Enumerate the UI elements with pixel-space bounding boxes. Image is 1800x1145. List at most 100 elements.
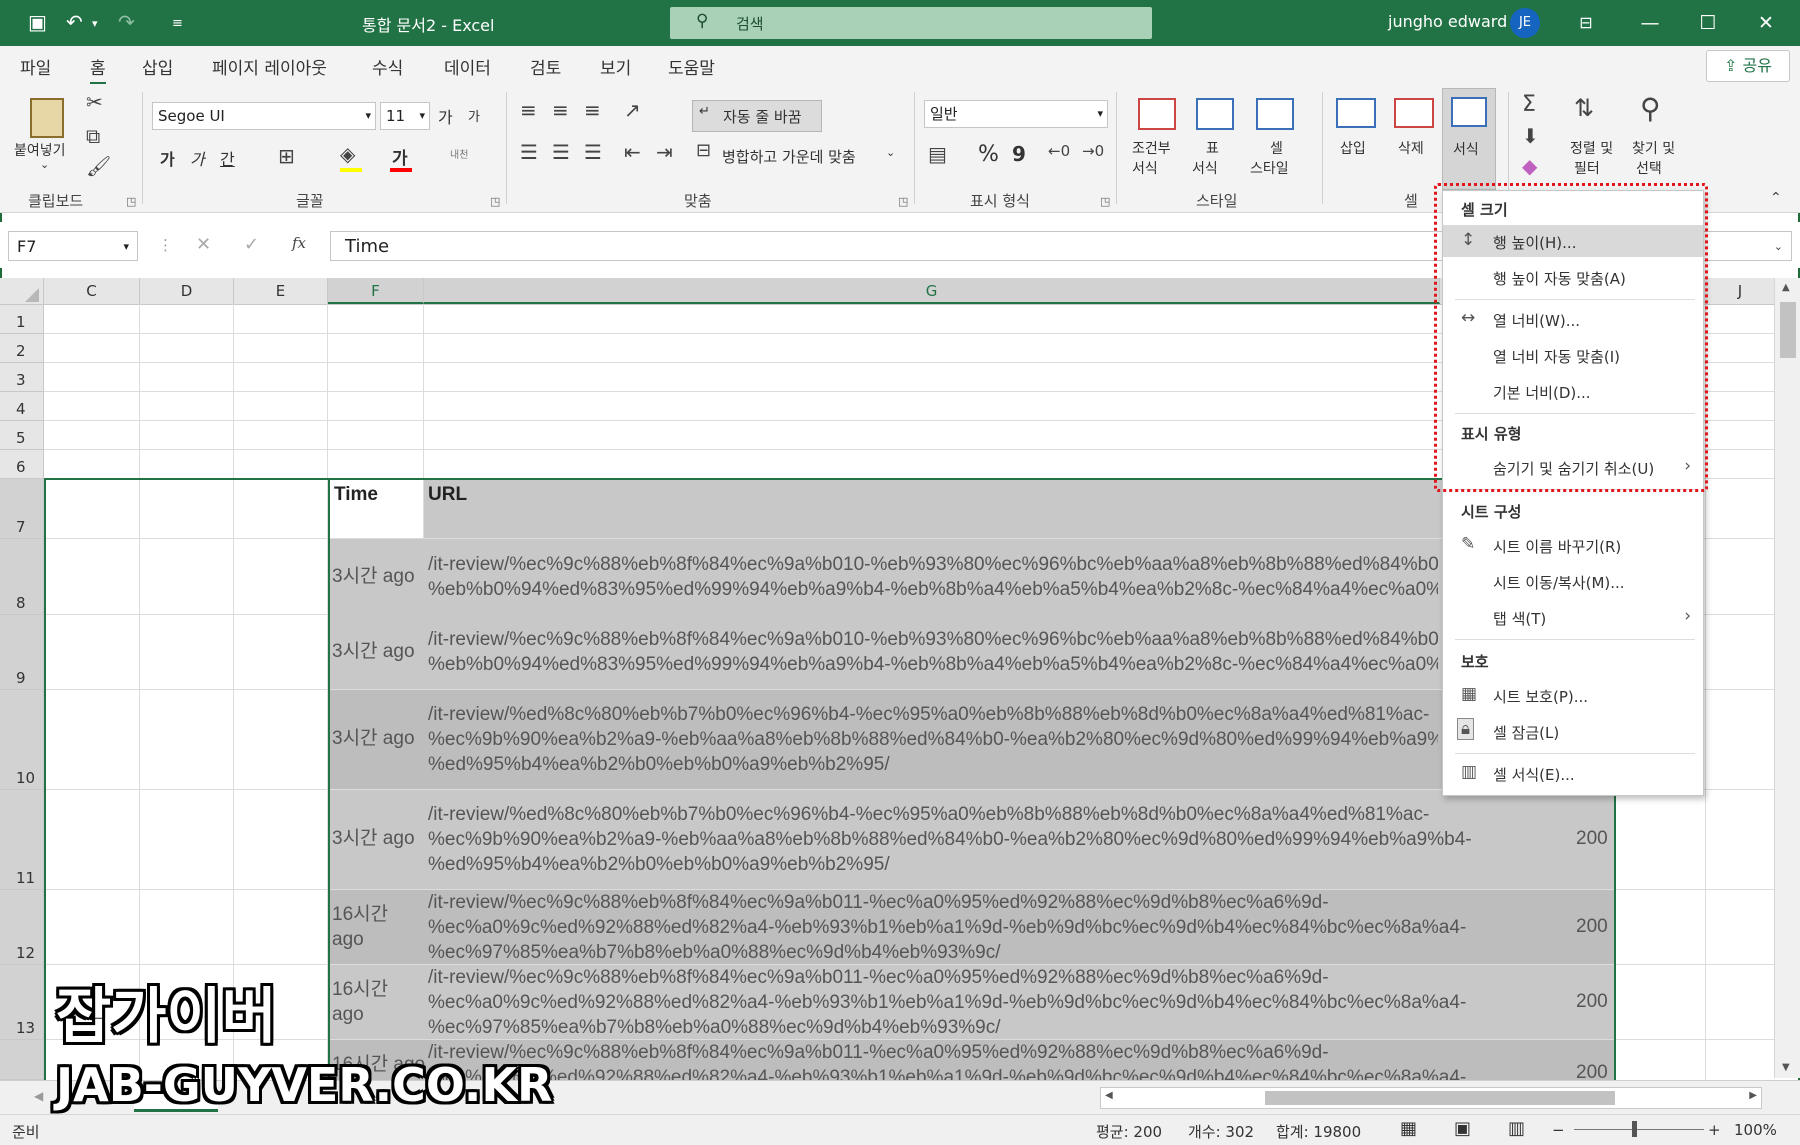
cell-styles-label-2[interactable]: 스타일 [1250,158,1289,178]
zoom-out-icon[interactable]: − [1552,1121,1565,1139]
number-format-select[interactable]: 일반 ▾ [924,100,1108,128]
cell-url[interactable]: /it-review/%ed%8c%80%eb%b7%b0%ec%96%b4-%… [428,802,1478,877]
menu-item-protect-sheet[interactable]: ▦ 시트 보호(P)... [1443,679,1703,711]
enter-icon[interactable]: ✓ [244,234,259,255]
cell-styles-label-1[interactable]: 셀 [1270,138,1283,158]
align-right-icon[interactable]: ☰ [584,140,602,164]
zoom-slider-thumb[interactable] [1632,1121,1637,1137]
chevron-down-icon[interactable]: ⌄ [886,146,895,159]
cell-url[interactable]: /it-review/%ed%8c%80%eb%b7%b0%ec%96%b4-%… [428,702,1438,777]
insert-function-button[interactable]: fx [292,234,306,252]
row-header-2[interactable]: 2 [0,334,44,363]
scroll-thumb-horizontal[interactable] [1265,1091,1615,1105]
menu-item-lock-cell[interactable]: 🔒︎ 셀 잠금(L) [1443,715,1703,747]
font-name-select[interactable]: Segoe UI ▾ [152,102,376,130]
cell-time[interactable]: 3시간 ago [332,826,415,851]
sort-filter-label-2[interactable]: 필터 [1574,158,1600,178]
scroll-left-icon[interactable]: ◀ [1105,1090,1113,1101]
scroll-up-icon[interactable]: ▲ [1782,282,1790,293]
bold-button[interactable]: 가 [160,146,175,170]
tab-formulas[interactable]: 수식 [372,54,403,79]
column-header-j[interactable]: J [1706,278,1774,304]
conditional-format-label-1[interactable]: 조건부 [1132,138,1171,158]
align-middle-icon[interactable]: ≡ [552,98,569,122]
increase-indent-icon[interactable]: ⇥ [656,140,673,164]
collapse-ribbon-icon[interactable]: ⌃ [1770,190,1782,206]
row-header-3[interactable]: 3 [0,363,44,392]
row-header-6[interactable]: 6 [0,450,44,479]
row-header-14[interactable] [0,1040,44,1080]
tab-insert[interactable]: 삽입 [142,54,173,79]
align-bottom-icon[interactable]: ≡ [584,98,601,122]
percent-button[interactable]: % [978,142,999,167]
row-header-4[interactable]: 4 [0,392,44,421]
cell-time[interactable]: 16시간 ago [332,902,402,952]
cell-time[interactable]: 16시간 ago [332,977,402,1027]
scroll-right-icon[interactable]: ▶ [1749,1090,1757,1101]
cell-f7-header[interactable]: Time [334,482,378,507]
normal-view-icon[interactable]: ▦ [1400,1118,1417,1139]
row-header-1[interactable]: 1 [0,305,44,334]
menu-item-format-cells[interactable]: ▥ 셀 서식(E)... [1443,757,1703,789]
orientation-icon[interactable]: ↗ [624,98,641,122]
format-table-label-2[interactable]: 서식 [1192,158,1218,178]
cell-url[interactable]: /it-review/%ec%9c%88%eb%8f%84%ec%9a%b010… [428,627,1438,677]
column-header-g[interactable]: G [424,278,1440,304]
tab-view[interactable]: 보기 [600,54,631,79]
row-header-11[interactable]: 11 [0,790,44,890]
page-layout-view-icon[interactable]: ▣ [1454,1118,1471,1139]
conditional-format-icon[interactable] [1138,98,1176,130]
cell-g7-header[interactable]: URL [428,482,467,507]
cut-icon[interactable]: ✂ [86,90,103,114]
avatar[interactable]: JE [1510,8,1540,38]
number-launcher-icon[interactable]: ◳ [1100,195,1110,208]
conditional-format-label-2[interactable]: 서식 [1132,158,1158,178]
autosum-icon[interactable]: Σ [1522,92,1536,117]
align-top-icon[interactable]: ≡ [520,98,537,122]
tab-page-layout[interactable]: 페이지 레이아웃 [212,54,327,79]
search-box[interactable]: ⚲ 검색 [670,7,1152,39]
cell-status[interactable]: 200 [1576,826,1608,851]
row-header-10[interactable]: 10 [0,690,44,790]
close-icon[interactable]: ✕ [1746,6,1786,40]
phonetic-button[interactable]: 내천 [450,146,468,161]
paste-icon[interactable] [30,98,64,138]
clipboard-launcher-icon[interactable]: ◳ [126,195,136,208]
user-name[interactable]: jungho edward [1388,12,1507,31]
row-header-13[interactable]: 13 [0,965,44,1040]
row-header-9[interactable]: 9 [0,615,44,690]
find-select-icon[interactable]: ⚲ [1640,92,1661,125]
decrease-indent-icon[interactable]: ⇤ [624,140,641,164]
cell-url[interactable]: /it-review/%ec%9c%88%eb%8f%84%ec%9a%b011… [428,1040,1478,1080]
cell-time[interactable]: 3시간 ago [332,564,415,589]
zoom-in-icon[interactable]: + [1708,1121,1721,1139]
tab-help[interactable]: 도움말 [668,54,715,79]
fill-color-icon[interactable]: ◈ [340,142,355,166]
zoom-slider[interactable] [1574,1129,1704,1130]
font-color-button[interactable]: 가 [392,144,408,169]
tab-home[interactable]: 홈 [90,54,106,85]
zoom-level[interactable]: 100% [1734,1121,1777,1139]
increase-decimal-icon[interactable]: ←0 [1048,142,1070,160]
font-launcher-icon[interactable]: ◳ [490,195,500,208]
cell-time[interactable]: 3시간 ago [332,726,415,751]
menu-item-rename-sheet[interactable]: ✎ 시트 이름 바꾸기(R) [1443,529,1703,561]
cancel-icon[interactable]: ✕ [196,234,211,255]
tab-file[interactable]: 파일 [20,54,51,79]
maximize-icon[interactable]: ☐ [1688,6,1728,40]
shrink-font-button[interactable]: 가 [468,106,480,125]
undo-dropdown-icon[interactable]: ▾ [92,17,98,30]
ribbon-display-icon[interactable]: ⊟ [1566,6,1606,40]
share-button[interactable]: ⇪ 공유 [1706,50,1790,82]
format-cells-button[interactable]: 서식 [1442,88,1496,190]
insert-cells-label[interactable]: 삽입 [1340,138,1366,158]
alignment-launcher-icon[interactable]: ◳ [898,195,908,208]
column-header-d[interactable]: D [140,278,234,304]
merge-icon[interactable]: ⊟ [696,140,711,161]
delete-cells-icon[interactable] [1394,98,1434,128]
merge-center-button[interactable]: 병합하고 가운데 맞춤 [722,146,856,167]
vertical-scrollbar[interactable]: ▲ ▼ [1774,278,1800,1078]
underline-button[interactable]: 간 [220,146,235,170]
comma-button[interactable]: 9 [1012,142,1026,166]
page-break-view-icon[interactable]: ▥ [1508,1118,1525,1139]
